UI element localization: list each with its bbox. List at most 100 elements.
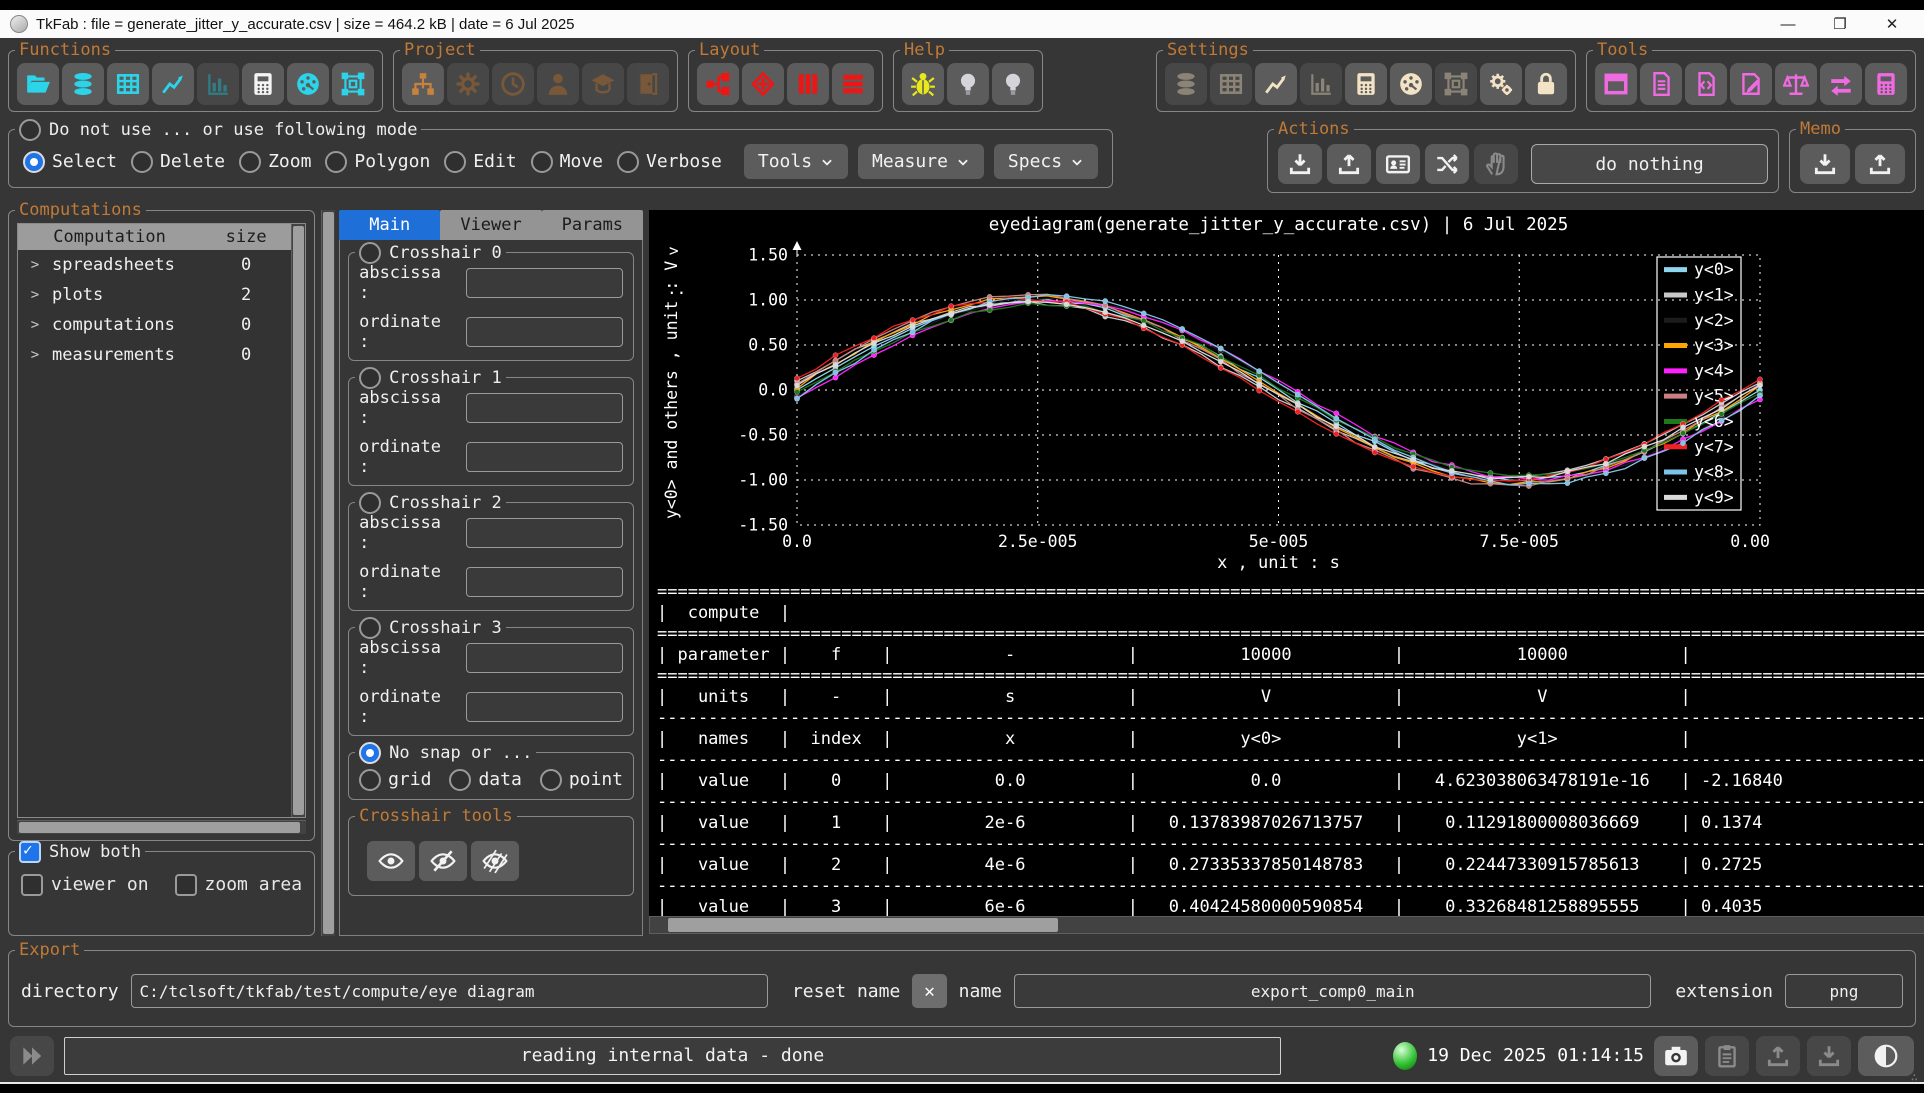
radio-icon[interactable] — [131, 151, 153, 173]
mode-off-radio[interactable] — [19, 119, 41, 141]
spreadsheet-button[interactable] — [107, 63, 149, 105]
radio-icon[interactable] — [325, 151, 347, 173]
tree-vscrollbar[interactable] — [291, 224, 305, 817]
chevron-right-icon[interactable]: > — [18, 287, 52, 303]
export-name-input[interactable]: export_comp0_main — [1014, 974, 1651, 1008]
crosshair-1-abscissa-input[interactable] — [466, 393, 623, 423]
inspector-vscroll-thumb[interactable] — [323, 212, 334, 934]
mode-radio-delete[interactable]: Delete — [131, 151, 225, 173]
reset-name-button[interactable]: ✕ — [912, 974, 946, 1008]
mode-radio-zoom[interactable]: Zoom — [239, 151, 311, 173]
tool-transfer-button[interactable] — [1820, 63, 1862, 105]
tree-hscroll-thumb[interactable] — [19, 822, 300, 833]
tool-document-button[interactable] — [1640, 63, 1682, 105]
crosshair-0-abscissa-input[interactable] — [466, 268, 623, 298]
tree-hscrollbar[interactable] — [17, 820, 306, 834]
radio-icon[interactable] — [444, 151, 466, 173]
tool-window-button[interactable] — [1595, 63, 1637, 105]
open-folder-button[interactable] — [17, 63, 59, 105]
tool-script-button[interactable] — [1685, 63, 1727, 105]
bar-plot-button[interactable] — [197, 63, 239, 105]
radio-icon[interactable] — [239, 151, 261, 173]
close-button[interactable]: ✕ — [1870, 15, 1914, 33]
hint-2-button[interactable] — [992, 63, 1034, 105]
show-both-checkbox[interactable] — [19, 841, 41, 863]
plot-canvas[interactable]: eyediagram(generate_jitter_y_accurate.cs… — [649, 210, 1924, 576]
checkbox-zoom-area[interactable]: zoom area — [175, 874, 303, 896]
tool-compare-button[interactable] — [1775, 63, 1817, 105]
action-hand-button[interactable] — [1474, 144, 1518, 184]
no-snap-radio[interactable] — [359, 742, 381, 764]
project-cap-button[interactable] — [582, 63, 624, 105]
mode-radio-verbose[interactable]: Verbose — [617, 151, 722, 173]
crosshair-3-abscissa-input[interactable] — [466, 643, 623, 673]
checkbox-viewer-on[interactable]: viewer on — [21, 874, 149, 896]
snap-radio-data[interactable]: data — [449, 769, 521, 791]
resize-grip[interactable]: ∴ — [1911, 1070, 1920, 1084]
tool-edit-button[interactable] — [1730, 63, 1772, 105]
mode-radio-move[interactable]: Move — [531, 151, 603, 173]
status-download-button[interactable] — [1807, 1036, 1851, 1076]
polygon-button[interactable] — [332, 63, 374, 105]
mode-radio-polygon[interactable]: Polygon — [325, 151, 430, 173]
mode-radio-edit[interactable]: Edit — [444, 151, 516, 173]
minimize-button[interactable]: — — [1766, 16, 1810, 33]
mode-radio-select[interactable]: Select — [23, 151, 117, 173]
layout-target-button[interactable] — [742, 63, 784, 105]
maximize-button[interactable]: ❐ — [1818, 15, 1862, 33]
hierarchy-button[interactable] — [402, 63, 444, 105]
preferences-button[interactable] — [1480, 63, 1522, 105]
layout-rows-button[interactable] — [832, 63, 874, 105]
tab-params[interactable]: Params — [542, 210, 643, 240]
radio-icon[interactable] — [540, 769, 562, 791]
action-import-button[interactable] — [1278, 144, 1322, 184]
crosshair-0-ordinate-input[interactable] — [466, 317, 623, 347]
settings-database-button[interactable] — [1165, 63, 1207, 105]
crosshair-2-ordinate-input[interactable] — [466, 567, 623, 597]
tab-viewer[interactable]: Viewer — [440, 210, 541, 240]
action-export-button[interactable] — [1327, 144, 1371, 184]
tree-row-measurements[interactable]: >measurements0 — [18, 340, 291, 370]
debug-button[interactable] — [902, 63, 944, 105]
settings-gauge-button[interactable] — [1390, 63, 1432, 105]
crosshair-3-ordinate-input[interactable] — [466, 692, 623, 722]
radio-icon[interactable] — [359, 769, 381, 791]
radio-icon[interactable] — [449, 769, 471, 791]
crosshair-1-ordinate-input[interactable] — [466, 442, 623, 472]
calculator-button[interactable] — [242, 63, 284, 105]
crosshair-1-radio[interactable] — [359, 367, 381, 389]
lock-button[interactable] — [1525, 63, 1567, 105]
tree-row-plots[interactable]: >plots2 — [18, 280, 291, 310]
tab-main[interactable]: Main — [339, 210, 440, 240]
chevron-right-icon[interactable]: > — [18, 317, 52, 333]
project-door-button[interactable] — [627, 63, 669, 105]
memo-save-button[interactable] — [1800, 144, 1850, 184]
radio-icon[interactable] — [531, 151, 553, 173]
crosshair-0-radio[interactable] — [359, 242, 381, 264]
snap-radio-point[interactable]: point — [540, 769, 623, 791]
tool-grid-button[interactable] — [1865, 63, 1907, 105]
layout-columns-button[interactable] — [787, 63, 829, 105]
settings-bars-button[interactable] — [1300, 63, 1342, 105]
checkbox-icon[interactable] — [175, 874, 197, 896]
menu-button-specs[interactable]: Specs — [994, 144, 1098, 179]
directory-input[interactable]: C:/tclsoft/tkfab/test/compute/eye diagra… — [131, 974, 768, 1008]
action-card-button[interactable] — [1376, 144, 1420, 184]
menu-button-tools[interactable]: Tools — [744, 144, 848, 179]
action-shuffle-button[interactable] — [1425, 144, 1469, 184]
hint-1-button[interactable] — [947, 63, 989, 105]
settings-plot-button[interactable] — [1255, 63, 1297, 105]
radio-icon[interactable] — [617, 151, 639, 173]
crosshair-hide-all-button[interactable] — [471, 841, 519, 881]
radio-icon[interactable] — [23, 151, 45, 173]
tree-row-computations[interactable]: >computations0 — [18, 310, 291, 340]
snap-radio-grid[interactable]: grid — [359, 769, 431, 791]
crosshair-2-radio[interactable] — [359, 492, 381, 514]
crosshair-show-button[interactable] — [367, 841, 415, 881]
settings-polygon-button[interactable] — [1435, 63, 1477, 105]
layout-tree-button[interactable] — [697, 63, 739, 105]
table-hscrollbar[interactable] — [649, 916, 1924, 934]
settings-table-button[interactable] — [1210, 63, 1252, 105]
crosshair-2-abscissa-input[interactable] — [466, 518, 623, 548]
table-hscroll-thumb[interactable] — [668, 918, 1058, 932]
